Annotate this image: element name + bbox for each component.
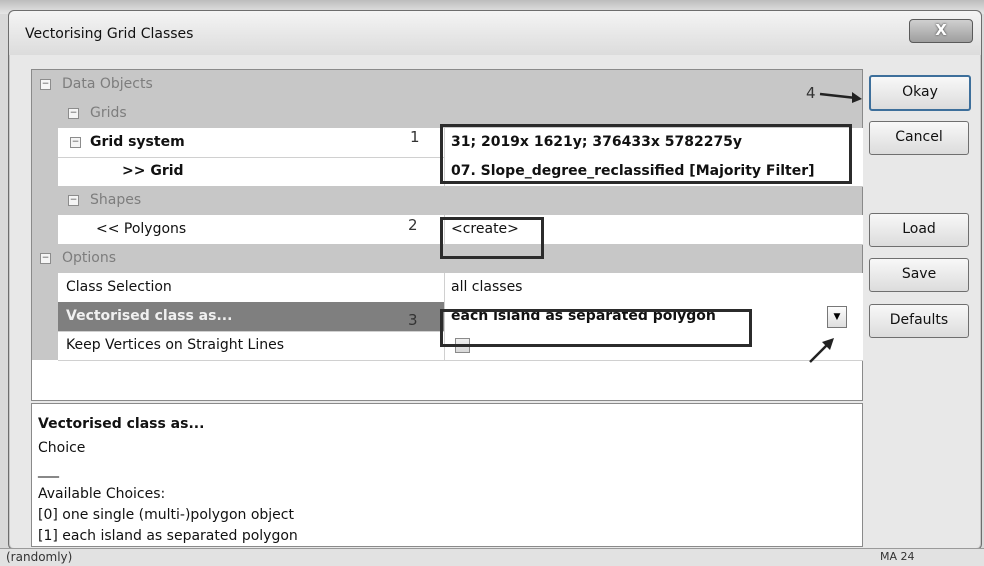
param-name: >> Grid xyxy=(122,163,184,179)
param-name: Vectorised class as... xyxy=(66,308,233,324)
load-button[interactable]: Load xyxy=(869,213,969,247)
okay-button[interactable]: Okay xyxy=(869,75,971,111)
parameter-grid: − Data Objects − Grids − Grid system 31;… xyxy=(31,69,863,401)
collapse-icon[interactable]: − xyxy=(70,137,81,148)
title-bar: Vectorising Grid Classes X xyxy=(9,11,981,55)
category-label: Shapes xyxy=(90,192,142,208)
category-label: Data Objects xyxy=(62,76,153,92)
description-choice: [0] one single (multi-)polygon object xyxy=(38,507,294,523)
row-gutter xyxy=(32,215,58,244)
class-selection-value: all classes xyxy=(451,279,523,295)
param-name: Keep Vertices on Straight Lines xyxy=(66,337,284,353)
description-separator: ___ xyxy=(38,462,59,478)
window-title: Vectorising Grid Classes xyxy=(25,26,194,42)
description-title: Vectorised class as... xyxy=(38,416,205,432)
param-name: Grid system xyxy=(90,134,185,150)
param-name-cell: Vectorised class as... xyxy=(58,302,444,332)
collapse-icon[interactable]: − xyxy=(40,79,51,90)
save-button[interactable]: Save xyxy=(869,258,969,292)
collapse-icon[interactable]: − xyxy=(68,108,79,119)
background-text: (randomly) xyxy=(6,550,73,564)
description-panel: Vectorised class as... Choice ___ Availa… xyxy=(31,403,863,547)
cancel-button[interactable]: Cancel xyxy=(869,121,969,155)
category-label: Options xyxy=(62,250,117,266)
param-row-class-selection[interactable]: Class Selection all classes xyxy=(32,273,863,303)
dropdown-arrow-icon[interactable]: ▼ xyxy=(827,306,847,328)
annotation-number-3: 3 xyxy=(408,311,418,329)
param-name: << Polygons xyxy=(96,221,187,237)
param-name-cell: Keep Vertices on Straight Lines xyxy=(58,331,444,361)
param-name: Class Selection xyxy=(66,279,172,295)
annotation-number-1: 1 xyxy=(410,128,420,146)
row-gutter xyxy=(32,302,58,331)
param-name-cell: Class Selection xyxy=(58,273,444,303)
collapse-icon[interactable]: − xyxy=(68,195,79,206)
description-choice: [1] each island as separated polygon xyxy=(38,528,298,544)
background-text: MA 24 xyxy=(880,550,915,563)
description-type: Choice xyxy=(38,440,86,456)
param-name-cell: >> Grid xyxy=(58,157,444,187)
background-status-strip: (randomly) MA 24 xyxy=(0,548,984,566)
defaults-button[interactable]: Defaults xyxy=(869,304,969,338)
annotation-arrow-icon xyxy=(809,338,834,363)
param-name-cell: − Grid system xyxy=(58,128,444,158)
annotation-number-2: 2 xyxy=(408,216,418,234)
close-icon: X xyxy=(935,21,947,39)
annotation-box-1 xyxy=(440,124,852,184)
annotation-box-3 xyxy=(440,309,752,347)
category-data-objects[interactable]: − Data Objects xyxy=(32,70,862,99)
row-gutter xyxy=(32,157,58,186)
row-gutter xyxy=(32,331,58,360)
annotation-box-2 xyxy=(440,217,544,259)
category-label: Grids xyxy=(90,105,127,121)
param-name-cell: << Polygons xyxy=(58,215,444,245)
collapse-icon[interactable]: − xyxy=(40,253,51,264)
annotation-arrow-icon xyxy=(819,92,862,103)
row-gutter xyxy=(32,128,58,157)
row-gutter xyxy=(32,273,58,302)
annotation-number-4: 4 xyxy=(806,84,816,102)
vectorising-dialog: Vectorising Grid Classes X − Data Object… xyxy=(8,10,982,550)
param-value-cell[interactable]: all classes xyxy=(444,273,863,303)
description-available-label: Available Choices: xyxy=(38,486,166,502)
close-button[interactable]: X xyxy=(909,19,973,43)
category-shapes[interactable]: − Shapes xyxy=(32,186,862,215)
